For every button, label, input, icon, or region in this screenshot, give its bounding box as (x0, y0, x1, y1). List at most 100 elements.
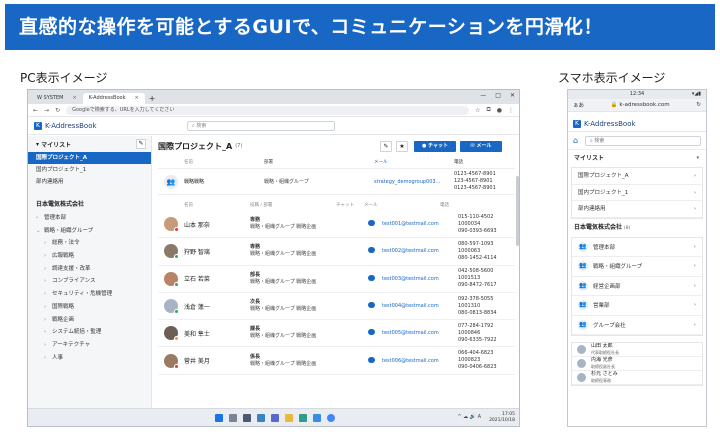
org-tree-item[interactable]: › 国際戦略 (28, 301, 151, 314)
text-size-icon[interactable]: ぁあ (573, 101, 584, 109)
app-logo[interactable]: K K-AddressBook (573, 119, 636, 128)
avatar (164, 271, 179, 287)
mail-button[interactable]: ✉ メール (460, 141, 502, 152)
search-icon[interactable] (228, 413, 237, 422)
search-input[interactable]: ⌕ 検索 (187, 121, 335, 131)
app-logo[interactable]: K K-AddressBook (34, 121, 97, 130)
close-icon[interactable]: × (134, 93, 138, 104)
new-tab-icon[interactable]: + (145, 93, 160, 104)
browser-tab[interactable]: W SYSTEM × (31, 93, 83, 104)
edit-list-button[interactable]: ✎ (380, 141, 392, 152)
person-mail-link[interactable]: test004@testmail.com (382, 303, 458, 309)
col-tel: 電話 (440, 203, 449, 208)
browser-icon[interactable] (298, 413, 307, 422)
favorite-button[interactable]: ★ (396, 141, 408, 152)
clock[interactable]: 17:05 2021/10/18 (489, 412, 515, 423)
chat-icon[interactable] (367, 247, 375, 254)
store-icon[interactable] (312, 413, 321, 422)
forward-icon[interactable]: → (44, 107, 49, 114)
chevron-icon: ⌄ (36, 227, 41, 234)
org-tree-item[interactable]: › 戦略企画 (28, 314, 151, 327)
group-item[interactable]: 👥 管理本部 › (572, 238, 702, 257)
phone-url-bar[interactable]: ぁあ 🔒 k-adressbook.com ↻ (568, 99, 706, 112)
chat-icon[interactable] (367, 302, 375, 309)
chat-icon[interactable] (367, 329, 375, 336)
group-mail-link[interactable]: strategy_demogroup003... (374, 179, 454, 185)
address-bar[interactable]: Googleで検索する、URLを入力してください (66, 105, 470, 115)
minimize-button[interactable]: — (480, 92, 486, 99)
tray-icons[interactable]: ^ ☁ 🔊 A (457, 414, 481, 420)
person-row[interactable]: 菅井 美月 係長 戦略・組織グループ 戦略企画 test006@testmail.co… (158, 347, 515, 375)
group-item[interactable]: 👥 営業部 › (572, 296, 702, 316)
org-tree-item[interactable]: › 管理本部 (28, 212, 151, 225)
mylist-item[interactable]: 国内プロジェクト_1 › (572, 185, 702, 201)
person-row[interactable]: 山本 那奈 専務 戦略・組織グループ 戦略企画 test001@testmail.co… (158, 211, 515, 239)
mylist-header[interactable]: マイリスト ▾ (568, 150, 706, 167)
person-item[interactable]: 内海 光彦 取締役副社長 (572, 357, 702, 371)
home-icon[interactable]: ⌂ (573, 136, 581, 145)
start-icon[interactable] (214, 413, 223, 422)
profile-icon[interactable]: ● (497, 107, 502, 114)
person-row[interactable]: 狩野 智璃 専務 戦略・組織グループ 戦略企画 test002@testmail.co… (158, 238, 515, 266)
presence-status-icon (174, 363, 179, 369)
mylist-item[interactable]: 国内プロジェクト_1 (28, 164, 151, 176)
back-icon[interactable]: ← (33, 107, 38, 114)
group-item[interactable]: 👥 戦略・組織グループ › (572, 257, 702, 277)
tab-label: W SYSTEM (37, 95, 64, 101)
org-tree-item[interactable]: › セキュリティ・危機管理 (28, 288, 151, 301)
maximize-button[interactable]: □ (495, 92, 501, 99)
col-dept: 部署 (264, 160, 273, 165)
mylist-item[interactable]: 国際プロジェクト_A (28, 152, 151, 164)
chat-app-icon[interactable] (270, 413, 279, 422)
task-view-icon[interactable] (242, 413, 251, 422)
org-tree-item[interactable]: › 人事 (28, 352, 151, 365)
mylist-item[interactable]: 部内連絡用 (28, 176, 151, 188)
person-row[interactable]: 浅倉 蓮一 次長 戦略・組織グループ 戦略企画 test004@testmail.co… (158, 293, 515, 321)
reload-icon[interactable]: ↻ (55, 107, 60, 114)
chat-icon[interactable] (367, 356, 375, 363)
group-item[interactable]: 👥 グループ会社 › (572, 316, 702, 335)
person-mail-link[interactable]: test002@testmail.com (382, 248, 458, 254)
mylist-item[interactable]: 部内連絡用 › (572, 201, 702, 218)
close-window-button[interactable]: ✕ (510, 92, 515, 99)
org-tree-item[interactable]: › コンプライアンス (28, 275, 151, 288)
person-row[interactable]: 立石 若菜 部長 戦略・組織グループ 戦略企画 test003@testmail.co… (158, 266, 515, 293)
person-item[interactable]: 山田 太郎 代表取締役社長 (572, 343, 702, 357)
person-mail-link[interactable]: test003@testmail.com (382, 276, 458, 282)
mylist-item[interactable]: 国際プロジェクト_A › (572, 168, 702, 185)
person-item[interactable]: 杉元 さとみ 取締役専務 (572, 371, 702, 385)
org-tree-item[interactable]: › アーキテクチャ (28, 339, 151, 352)
folder-icon[interactable] (284, 413, 293, 422)
close-icon[interactable]: × (72, 93, 76, 104)
org-tree: › 管理本部 ⌄ 戦略・組織グループ › 総務・法令 › 広報戦略 › 調達支援・改革 › コンプライ… (28, 212, 151, 364)
status-icons: ▾◢▮ (691, 91, 701, 97)
scrollbar[interactable] (516, 176, 519, 246)
person-mail-link[interactable]: test005@testmail.com (382, 330, 458, 336)
phone: 015-110-4502 (458, 213, 494, 220)
chrome-icon[interactable] (326, 413, 335, 422)
person-mail-link[interactable]: test001@testmail.com (382, 221, 458, 227)
chat-button[interactable]: ● チャット (414, 141, 456, 152)
mylist-header[interactable]: ▾ マイリスト ✎ (28, 136, 151, 152)
org-tree-item[interactable]: › 総務・法令 (28, 237, 151, 250)
browser-tab-active[interactable]: K-AddressBook × (82, 93, 145, 104)
group-row[interactable]: 👥 戦略戦略 戦略・組織グループ strategy_demogroup003..… (158, 168, 515, 195)
org-tree-item[interactable]: › 広報戦略 (28, 250, 151, 263)
person-phones: 092-378-5055 1001310 080-0813-8834 (458, 296, 515, 317)
person-info: 杉元 さとみ 取締役専務 (591, 371, 618, 383)
menu-icon[interactable]: ⋮ (508, 107, 514, 114)
org-tree-item[interactable]: › システム統括・監理 (28, 326, 151, 339)
edit-icon[interactable]: ✎ (136, 139, 146, 149)
extensions-icon[interactable]: ⧉ (486, 106, 490, 114)
person-row[interactable]: 美和 隼士 課長 戦略・組織グループ 戦略企画 test005@testmail.co… (158, 320, 515, 348)
person-mail-link[interactable]: test006@testmail.com (382, 358, 458, 364)
group-item[interactable]: 👥 経営企画部 › (572, 277, 702, 296)
search-input[interactable]: ⌕ 検索 (585, 135, 701, 146)
reload-icon[interactable]: ↻ (696, 102, 701, 108)
chat-icon[interactable] (367, 220, 375, 227)
widgets-icon[interactable] (256, 413, 265, 422)
org-tree-item[interactable]: › 調達支援・改革 (28, 263, 151, 276)
org-tree-item[interactable]: ⌄ 戦略・組織グループ (28, 225, 151, 238)
star-icon[interactable]: ☆ (475, 107, 480, 114)
chat-icon[interactable] (367, 274, 375, 281)
